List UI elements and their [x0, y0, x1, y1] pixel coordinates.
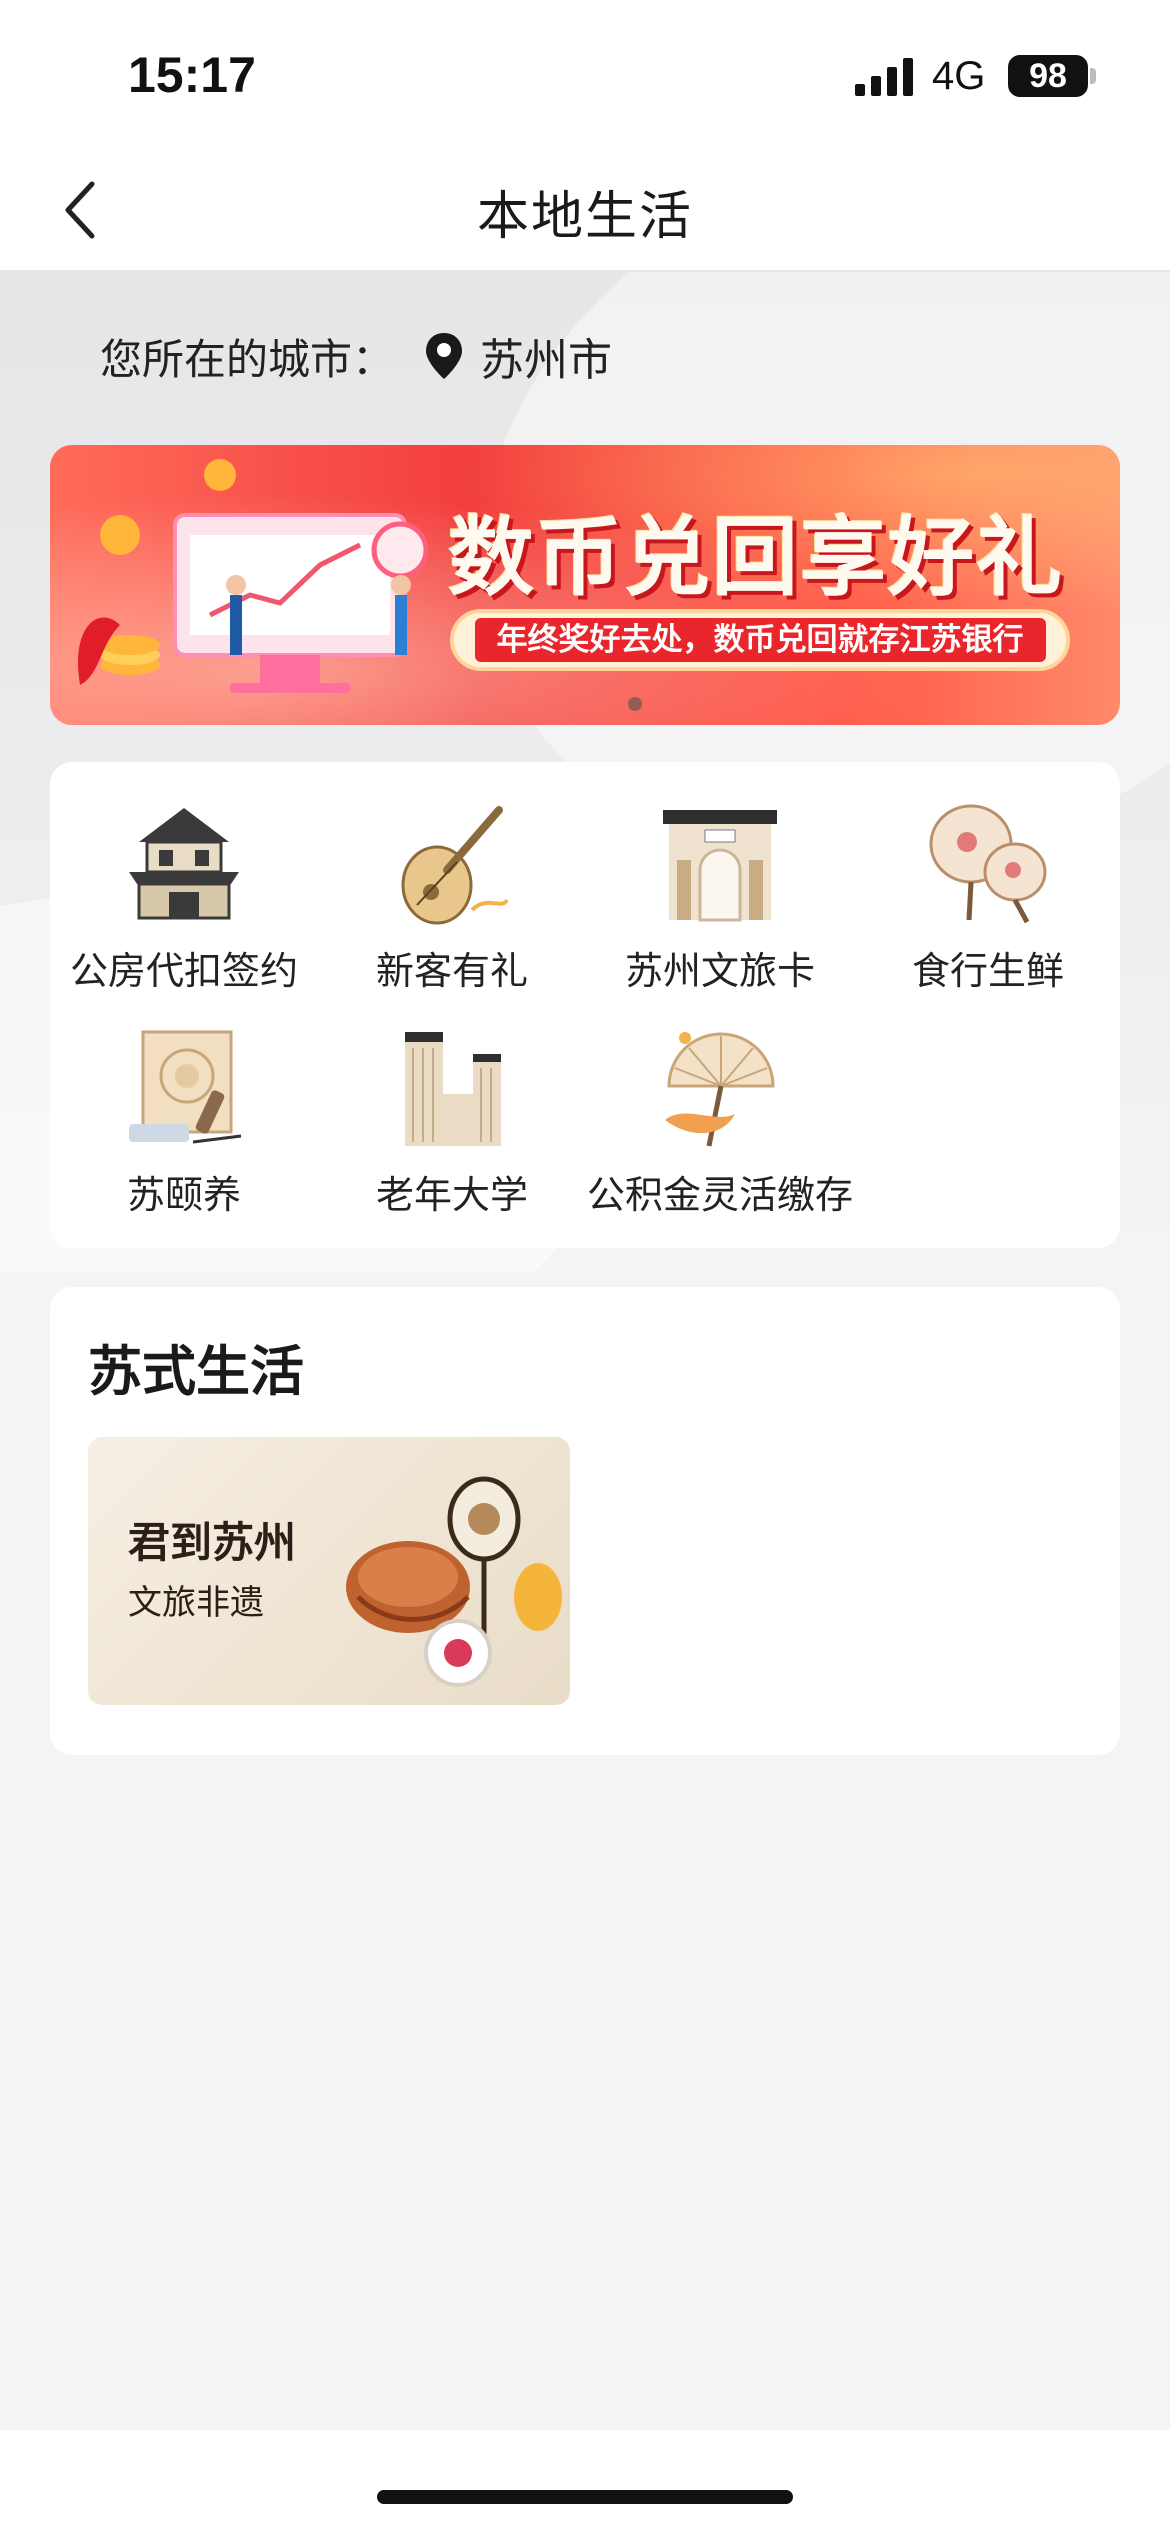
- pavilion-icon: [129, 808, 239, 920]
- city-selector[interactable]: 您所在的城市： 苏州市: [100, 326, 612, 386]
- banner-title: 数币兑回享好礼: [448, 508, 1064, 608]
- tile-title: 君到苏州: [128, 1518, 297, 1567]
- service-item-suzhou-travel-card[interactable]: 苏州文旅卡: [586, 800, 854, 1010]
- home-indicator[interactable]: [377, 2490, 793, 2504]
- city-label: 您所在的城市：: [100, 334, 395, 384]
- heritage-crafts-illustration: [346, 1476, 562, 1687]
- service-item-public-housing[interactable]: 公房代扣签约: [50, 800, 318, 1010]
- service-label: 食行生鲜: [911, 949, 1064, 993]
- suzhou-life-section: 苏式生活 君到苏州 文旅非遗: [50, 1287, 1120, 1755]
- promo-banner[interactable]: 数币兑回享好礼 年终奖好去处，数币兑回就存江苏银行: [50, 445, 1120, 725]
- home-bar-area: [0, 2430, 1170, 2532]
- page-title: 本地生活: [476, 187, 693, 247]
- battery-icon: 98: [1008, 55, 1088, 97]
- banner-page-indicator: [628, 697, 642, 711]
- banner-illustration: [78, 459, 429, 693]
- service-item-senior-university[interactable]: 老年大学: [318, 1024, 586, 1234]
- service-label: 公积金灵活缴存: [586, 1173, 853, 1217]
- service-label: 新客有礼: [375, 949, 528, 993]
- service-label: 苏颐养: [126, 1173, 241, 1217]
- services-grid: 公房代扣签约 新客有礼 苏州文旅卡 食行生鲜 苏颐养 老年大学 公积金灵活缴存: [50, 762, 1120, 1248]
- round-fan-icon: [929, 804, 1047, 924]
- banner-subtitle-pill: 年终奖好去处，数币兑回就存江苏银行: [450, 609, 1070, 671]
- service-item-su-yiyang[interactable]: 苏颐养: [50, 1024, 318, 1234]
- network-label: 4G: [932, 54, 986, 98]
- tile-subtitle: 文旅非遗: [128, 1583, 264, 1623]
- pipa-icon: [401, 806, 509, 925]
- gate-icon: [663, 810, 777, 922]
- nav-bar: 本地生活: [0, 150, 1170, 272]
- battery-cap: [1090, 68, 1096, 84]
- scroll-painting-icon: [129, 1030, 242, 1144]
- status-time: 15:17: [128, 47, 256, 103]
- signal-icon: [855, 58, 913, 96]
- status-bar: 15:17 4G 98: [0, 0, 1170, 150]
- building-icon: [405, 1032, 501, 1146]
- culture-heritage-tile[interactable]: 君到苏州 文旅非遗: [88, 1437, 570, 1705]
- service-item-provident-fund[interactable]: 公积金灵活缴存: [586, 1024, 854, 1234]
- battery-level: 98: [1029, 57, 1067, 95]
- service-label: 苏州文旅卡: [624, 949, 815, 993]
- section-title: 苏式生活: [88, 1340, 304, 1403]
- service-item-fresh-food[interactable]: 食行生鲜: [854, 800, 1122, 1010]
- service-label: 公房代扣签约: [69, 949, 298, 993]
- banner-subtitle: 年终奖好去处，数币兑回就存江苏银行: [474, 618, 1046, 662]
- paper-umbrella-icon: [665, 1032, 775, 1147]
- service-label: 老年大学: [375, 1173, 528, 1217]
- location-pin-icon: [426, 333, 463, 379]
- city-value: 苏州市: [480, 335, 613, 386]
- service-item-new-customer[interactable]: 新客有礼: [318, 800, 586, 1010]
